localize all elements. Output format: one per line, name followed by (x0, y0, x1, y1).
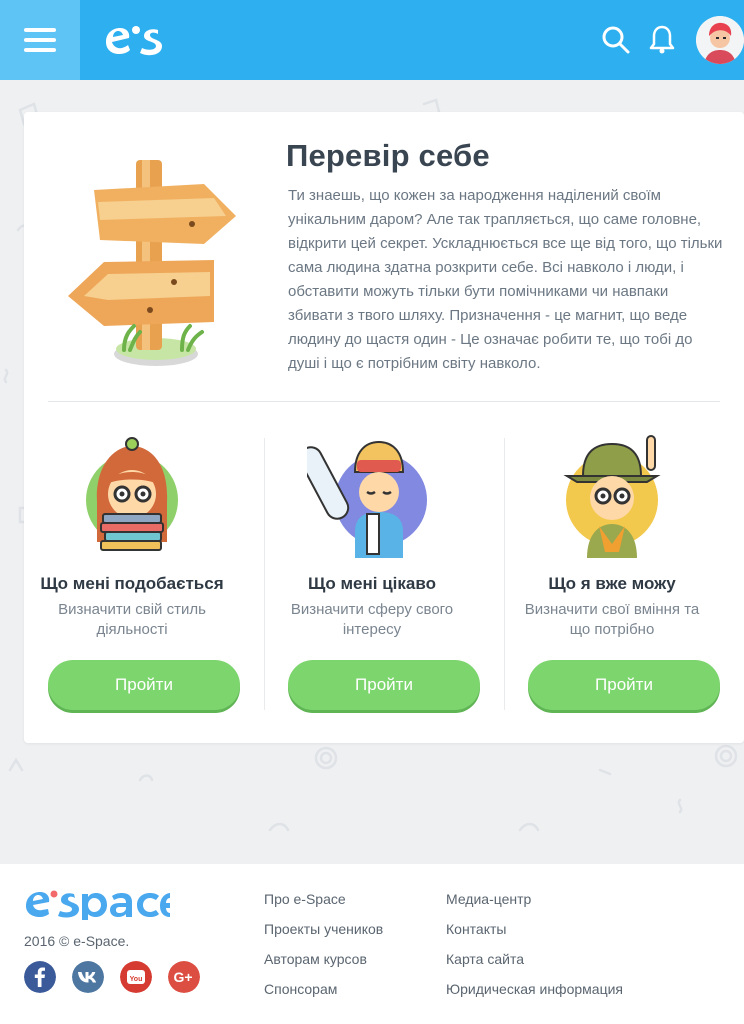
user-avatar[interactable] (696, 16, 744, 64)
test-title: Що я вже можу (548, 574, 676, 593)
footer-link-sponsors[interactable]: Спонсорам (264, 981, 337, 997)
menu-line (24, 38, 56, 42)
girl-with-books-icon (86, 437, 178, 551)
copyright: 2016 © e-Space. (24, 933, 130, 949)
start-test-button[interactable]: Пройти (48, 660, 240, 710)
scout-icon (563, 435, 661, 558)
test-title: Що мені цікаво (308, 574, 436, 593)
e-space-logo-icon[interactable] (100, 20, 172, 60)
test-subtitle: Визначити сферу свого інтересу (290, 601, 454, 638)
test-card-interests: Що мені цікаво Визначити сферу свого інт… (264, 430, 480, 710)
page-title: Перевір себе (286, 138, 490, 173)
start-test-button[interactable]: Пройти (288, 660, 480, 710)
self-test-card: Перевір себе Ти знаешь, що кожен за наро… (24, 112, 744, 743)
snowboarder-icon (307, 440, 427, 558)
footer-link-about[interactable]: Про e-Space (264, 891, 346, 907)
e-space-footer-logo-icon[interactable] (24, 886, 170, 920)
footer-link-contacts[interactable]: Контакты (446, 921, 506, 937)
start-test-button[interactable]: Пройти (528, 660, 720, 710)
avatar-illustration-icon (696, 16, 744, 64)
hamburger-menu-button[interactable] (0, 0, 80, 80)
divider (48, 401, 720, 402)
test-title: Що мені подобається (40, 574, 224, 593)
search-icon[interactable] (600, 24, 632, 56)
vk-icon[interactable] (72, 961, 104, 993)
test-card-skills: Що я вже можу Визначити свої вміння та щ… (504, 430, 720, 710)
menu-line (24, 28, 56, 32)
top-bar (0, 0, 744, 80)
footer-link-student-projects[interactable]: Проекты учеников (264, 921, 383, 937)
svg-text:You: You (130, 976, 143, 983)
footer-link-legal[interactable]: Юридическая информация (446, 981, 623, 997)
signpost-illustration-icon (68, 160, 236, 366)
test-subtitle: Визначити свій стиль діяльності (58, 601, 206, 638)
facebook-icon[interactable] (24, 961, 56, 993)
bell-icon[interactable] (648, 24, 676, 56)
test-subtitle: Визначити свої вміння та що потрібно (524, 601, 700, 638)
youtube-icon[interactable]: You (120, 961, 152, 993)
menu-line (24, 48, 56, 52)
test-card-likes: Що мені подобається Визначити свій стиль… (24, 430, 240, 710)
svg-text:G+: G+ (173, 969, 192, 985)
footer-link-media-center[interactable]: Медиа-центр (446, 891, 531, 907)
intro-paragraph: Ти знаешь, що кожен за народження наділе… (288, 187, 723, 372)
footer-link-course-authors[interactable]: Авторам курсов (264, 951, 367, 967)
footer: 2016 © e-Space. You G+ Про e-Space Проек… (0, 864, 744, 1024)
google-plus-icon[interactable]: G+ (168, 961, 200, 993)
footer-link-sitemap[interactable]: Карта сайта (446, 951, 524, 967)
